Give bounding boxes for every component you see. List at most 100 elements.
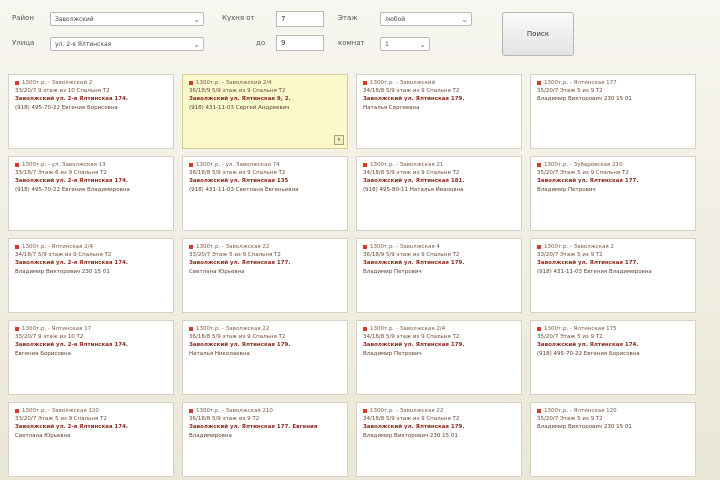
listing-title: 1300т.р. - ул. Заволжская 13 (15, 161, 167, 169)
listing-contact: (918) 431-11-03 Евгения Владимировна (537, 268, 652, 275)
listing-card[interactable]: 1300т.р. - Заволжская 120 33/20/7 Этаж 5… (8, 402, 174, 477)
red-marker-icon (363, 162, 367, 167)
listing-title: 1300т.р. - Заволжская 2/4 (363, 325, 515, 333)
listing-address[interactable]: Заволжский ул. 2-я Ялтинская 174. (15, 177, 167, 185)
listing-card[interactable]: 1300т.р. - ул. Заволжская 13 33/18/7 Эта… (8, 156, 174, 231)
expand-icon[interactable]: ▾ (334, 135, 344, 145)
listing-address[interactable]: Заволжский ул. 2-я Ялтинская 174. (15, 423, 167, 431)
chevron-down-icon: ⌄ (193, 40, 200, 49)
listing-card[interactable]: 1300т.р. - Ялтинская 175 35/20/7 Этаж 5 … (530, 320, 696, 395)
listing-details: 33/18/7 Этаж 6 из 9 Спальня Т2 (15, 170, 107, 177)
listing-details: 35/20/7 Этаж 5 из 9 Т2 (537, 88, 603, 95)
listing-card[interactable]: 1300т.р. - Заволжский 2/4 36/18/9 5/9 эт… (182, 74, 348, 149)
listing-details: 34/18/8 5/9 этаж из 9 Спальня Т2 (363, 170, 460, 177)
listing-address[interactable]: Заволжский ул. Ялтинская 179. (363, 341, 515, 349)
listing-title-text: 1300т.р. - Ялтинская 120 (544, 408, 617, 414)
street-select-value: ул. 2-я Ялтинская (55, 41, 112, 48)
red-marker-icon (537, 244, 541, 249)
listing-card[interactable]: 1300т.р. - Заволжская 2 33/20/7 Этаж 5 и… (530, 238, 696, 313)
filter-panel: Район Заволжский ⌄ Улица ул. 2-я Ялтинск… (0, 0, 720, 70)
listing-card[interactable]: 1300т.р. - Заволжская 21 34/18/8 5/9 эта… (356, 156, 522, 231)
red-marker-icon (15, 326, 19, 331)
listing-contact: Владимир Викторович 230 15 01 (537, 96, 632, 103)
search-button[interactable]: Поиск (502, 12, 574, 56)
street-select[interactable]: ул. 2-я Ялтинская ⌄ (50, 37, 204, 51)
listing-card[interactable]: 1300т.р. - Ялтинская 17 33/20/7 9 этаж и… (8, 320, 174, 395)
listing-card[interactable]: 1300т.р. - Заволжская 4 36/18/9 5/9 этаж… (356, 238, 522, 313)
listing-title-text: 1300т.р. - Заволжская 4 (370, 244, 440, 250)
listing-title-text: 1300т.р. - Заволжский 2 (22, 80, 93, 86)
chevron-down-icon: ⌄ (419, 40, 426, 49)
area-from-label: Кухня от (222, 14, 255, 22)
listing-card[interactable]: 1300т.р. - Ялтинская 177 35/20/7 Этаж 5 … (530, 74, 696, 149)
listing-contact: (918) 431-11-03 Сергей Андреевич (189, 104, 290, 111)
listing-contact: Светлана Юрьевна (189, 268, 245, 275)
listing-address[interactable]: Заволжский ул. Ялтинская 179. (363, 423, 515, 431)
area-from-input[interactable]: 7 (276, 11, 324, 27)
listing-address[interactable]: Заволжский ул. Ялтинская 177. (189, 259, 341, 267)
listing-address[interactable]: Заволжский ул. Ялтинская 181. (363, 177, 515, 185)
listing-contact: Владимировна (189, 432, 232, 439)
listing-card[interactable]: 1300т.р. - Заволжский 2 33/20/7 9 этаж и… (8, 74, 174, 149)
listing-card[interactable]: 1300т.р. - Ялтинская 2/4 34/18/7 5/9 эта… (8, 238, 174, 313)
floor-select-value: любой (385, 16, 406, 23)
listing-contact: Светлана Юрьевна (15, 432, 71, 439)
listing-card[interactable]: 1300т.р. - Заволжская 210 36/18/8 5/9 эт… (182, 402, 348, 477)
listing-card[interactable]: 1300т.р. - Заволжская 22 34/18/8 5/9 эта… (356, 402, 522, 477)
rooms-select[interactable]: 1 ⌄ (380, 37, 430, 51)
listing-title-text: 1300т.р. - Ялтинская 177 (544, 80, 617, 86)
listing-address[interactable]: Заволжский ул. Ялтинская 179. (363, 259, 515, 267)
listing-card[interactable]: 1300т.р. - ул. Заволжская 74 36/18/8 5/9… (182, 156, 348, 231)
listing-title-text: 1300т.р. - Ялтинская 17 (22, 326, 92, 332)
listing-address[interactable]: Заволжский ул. Ялтинская 174. (537, 341, 689, 349)
district-select-value: Заволжский (55, 16, 94, 23)
listing-title: 1300т.р. - Ялтинская 175 (537, 325, 689, 333)
listing-title: 1300т.р. - ул. Заволжская 74 (189, 161, 341, 169)
listing-address[interactable]: Заволжский ул. 2-я Ялтинская 174. (15, 341, 167, 349)
red-marker-icon (363, 80, 367, 85)
listing-details: 34/18/8 5/9 этаж из 9 Спальня Т2 (363, 334, 460, 341)
listing-address[interactable]: Заволжский ул. Ялтинская 177. (537, 177, 689, 185)
listing-details: 36/18/9 5/9 этаж из 9 Спальня Т2 (363, 252, 460, 259)
listing-address[interactable]: Заволжский ул. Ялтинская 9, 2. (189, 95, 341, 103)
listing-title-text: 1300т.р. - Заволжский 2/4 (196, 80, 272, 86)
listing-address[interactable]: Заволжский ул. Ялтинская 135 (189, 177, 341, 185)
district-select[interactable]: Заволжский ⌄ (50, 12, 204, 26)
listing-card[interactable]: 1300т.р. - Заволжская 22 36/18/8 5/9 эта… (182, 320, 348, 395)
listing-address[interactable]: Заволжский ул. Ялтинская 177. (537, 259, 689, 267)
listing-contact: Евгения Борисовна (15, 350, 72, 357)
listing-contact: (918) 495-70-22 Евгения Борисовна (15, 104, 118, 111)
listing-contact: Владимир Петрович (363, 268, 422, 275)
listing-card[interactable]: 1300т.р. - Зубаровская 210 35/20/7 Этаж … (530, 156, 696, 231)
listing-title: 1300т.р. - Заволжский 2 (15, 79, 167, 87)
red-marker-icon (537, 80, 541, 85)
listing-address[interactable]: Заволжский ул. Ялтинская 179. (363, 95, 515, 103)
floor-select[interactable]: любой ⌄ (380, 12, 472, 26)
listing-contact: Наталья Сергеевна (363, 104, 420, 111)
area-to-label: до (256, 39, 266, 47)
listing-title-text: 1300т.р. - Заволжская 22 (196, 244, 270, 250)
listing-address[interactable]: Заволжский ул. Ялтинская 179. (189, 341, 341, 349)
listing-title-text: 1300т.р. - Ялтинская 175 (544, 326, 617, 332)
chevron-down-icon: ⌄ (193, 15, 200, 24)
listing-card[interactable]: 1300т.р. - Ялтинская 120 35/20/7 Этаж 5 … (530, 402, 696, 477)
listing-grid: 1300т.р. - Заволжский 2 33/20/7 9 этаж и… (8, 74, 712, 477)
listing-card[interactable]: 1300т.р. - Заволжский 34/18/8 5/9 этаж и… (356, 74, 522, 149)
listing-contact: (918) 495-80-11 Наталья Ивановна (363, 186, 464, 193)
area-to-input[interactable]: 9 (276, 35, 324, 51)
listing-details: 33/20/7 Этаж 5 из 9 Спальня Т2 (189, 252, 281, 259)
listing-details: 35/20/7 Этаж 5 из 9 Т2 (537, 416, 603, 423)
listing-card[interactable]: 1300т.р. - Заволжская 2/4 34/18/8 5/9 эт… (356, 320, 522, 395)
rooms-label: комнат (338, 39, 365, 47)
listing-title-text: 1300т.р. - Заволжская 21 (370, 162, 444, 168)
listing-title: 1300т.р. - Заволжская 120 (15, 407, 167, 415)
listing-details: 36/18/9 5/9 этаж из 9 Спальня Т2 (189, 88, 286, 95)
red-marker-icon (189, 80, 193, 85)
listing-card[interactable]: 1300т.р. - Заволжская 22 33/20/7 Этаж 5 … (182, 238, 348, 313)
listing-address[interactable]: Заволжский ул. 2-я Ялтинская 174. (15, 259, 167, 267)
red-marker-icon (537, 326, 541, 331)
listing-address[interactable]: Заволжский ул. Ялтинская 177. Евгения (189, 423, 341, 431)
listing-title-text: 1300т.р. - Заволжская 2 (544, 244, 614, 250)
listing-address[interactable]: Заволжский ул. 2-я Ялтинская 174. (15, 95, 167, 103)
floor-label: Этаж (338, 14, 358, 22)
